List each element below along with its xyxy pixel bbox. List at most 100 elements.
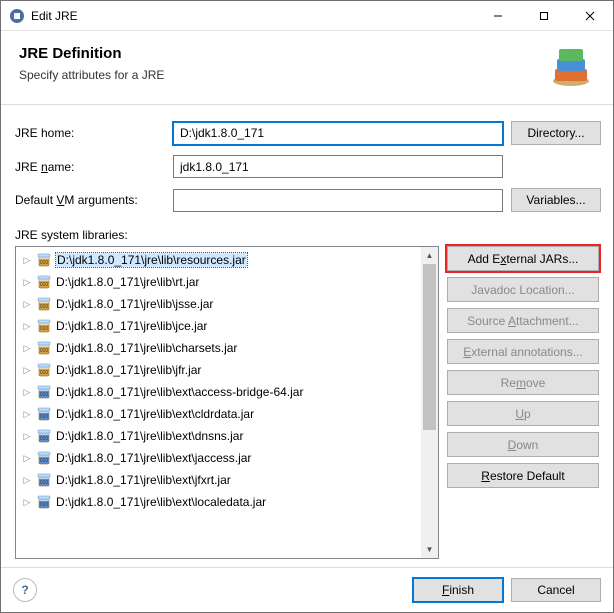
system-libraries-label: JRE system libraries: — [15, 228, 601, 242]
scroll-up-icon[interactable]: ▲ — [421, 247, 438, 264]
add-external-jars-button[interactable]: Add External JARs... — [447, 246, 599, 271]
header-title: JRE Definition — [19, 45, 595, 62]
svg-text:010: 010 — [40, 370, 49, 376]
jar-icon: 010 — [36, 274, 52, 290]
finish-button[interactable]: Finish — [413, 578, 503, 602]
jre-home-label: JRE home: — [15, 126, 165, 140]
expand-icon[interactable]: ▷ — [20, 409, 34, 420]
expand-icon[interactable]: ▷ — [20, 299, 34, 310]
tree-item[interactable]: ▷ 010 D:\jdk1.8.0_171\jre\lib\ext\jfxrt.ja… — [16, 469, 421, 491]
down-button[interactable]: Down — [447, 432, 599, 457]
svg-text:010: 010 — [40, 282, 49, 288]
tree-item[interactable]: ▷010D:\jdk1.8.0_171\jre\lib\jce.jar — [16, 315, 421, 337]
jar-icon: 010 — [36, 472, 52, 488]
scroll-down-icon[interactable]: ▼ — [421, 541, 438, 558]
vm-args-row: Default VM arguments: Variables... — [15, 188, 601, 212]
tree-item-label: D:\jdk1.8.0_171\jre\lib\jfr.jar — [56, 363, 201, 377]
tree-item-label: D:\jdk1.8.0_171\jre\lib\ext\jfxrt.jar — [56, 473, 231, 487]
libraries-tree[interactable]: ▷010D:\jdk1.8.0_171\jre\lib\resources.ja… — [15, 246, 439, 559]
svg-text:010: 010 — [40, 502, 49, 508]
up-button[interactable]: Up — [447, 401, 599, 426]
tree-item[interactable]: ▷ 010 D:\jdk1.8.0_171\jre\lib\resources.ja… — [16, 249, 421, 271]
jre-name-row: JRE name: — [15, 155, 601, 178]
maximize-button[interactable] — [521, 1, 567, 31]
expand-icon[interactable]: ▷ — [20, 365, 34, 376]
expand-icon[interactable]: ▷ — [20, 277, 34, 288]
svg-text:010: 010 — [40, 392, 49, 398]
vm-args-label: Default VM arguments: — [15, 193, 165, 207]
tree-scrollbar[interactable]: ▲ ▼ — [421, 247, 438, 558]
expand-icon[interactable]: ▷ — [20, 255, 34, 266]
expand-icon[interactable]: ▷ — [20, 321, 34, 332]
jar-icon: 010 — [36, 318, 52, 334]
jar-icon: 010 — [36, 384, 52, 400]
vm-args-input[interactable] — [173, 189, 503, 212]
expand-icon[interactable]: ▷ — [20, 343, 34, 354]
expand-icon[interactable]: ▷ — [20, 387, 34, 398]
tree-item[interactable]: ▷010 D:\jdk1.8.0_171\jre\lib\charsets.jar — [16, 337, 421, 359]
library-icon — [547, 43, 595, 91]
dialog-window: Edit JRE JRE Definition Specify attribut… — [0, 0, 614, 613]
jar-icon: 010 — [36, 428, 52, 444]
tree-item[interactable]: ▷ 010 D:\jdk1.8.0_171\jre\lib\ext\access-b… — [16, 381, 421, 403]
expand-icon[interactable]: ▷ — [20, 453, 34, 464]
libraries-area: ▷010D:\jdk1.8.0_171\jre\lib\resources.ja… — [15, 246, 601, 559]
jre-home-row: JRE home: Directory... — [15, 121, 601, 145]
tree-item[interactable]: ▷ 010 D:\jdk1.8.0_171\jre\lib\jsse.jar — [16, 293, 421, 315]
tree-item-label: D:\jdk1.8.0_171\jre\lib\charsets.jar — [56, 341, 237, 355]
jar-icon: 010 — [36, 252, 52, 268]
tree-item-label: D:\jdk1.8.0_171\jre\lib\rt.jar — [56, 275, 199, 289]
tree-item-label: D:\jdk1.8.0_171\jre\lib\ext\cldrdata.jar — [56, 407, 254, 421]
app-icon — [9, 8, 25, 24]
titlebar: Edit JRE — [1, 1, 613, 31]
svg-text:010: 010 — [40, 414, 49, 420]
svg-text:010: 010 — [40, 480, 49, 486]
library-buttons: Add External JARs... Javadoc Location...… — [447, 246, 601, 559]
tree-item-label: D:\jdk1.8.0_171\jre\lib\jsse.jar — [56, 297, 213, 311]
tree-item-label: D:\jdk1.8.0_171\jre\lib\ext\localedata.j… — [56, 495, 266, 509]
jre-name-input[interactable] — [173, 155, 503, 178]
jre-name-label: JRE name: — [15, 160, 165, 174]
tree-item-label: D:\jdk1.8.0_171\jre\lib\ext\dnsns.jar — [56, 429, 243, 443]
scroll-thumb[interactable] — [423, 264, 436, 430]
tree-item[interactable]: ▷ 010 D:\jdk1.8.0_171\jre\lib\ext\jaccess.… — [16, 447, 421, 469]
svg-text:010: 010 — [40, 326, 49, 332]
tree-item[interactable]: ▷ 010 D:\jdk1.8.0_171\jre\lib\rt.jar — [16, 271, 421, 293]
svg-text:010: 010 — [40, 436, 49, 442]
remove-button[interactable]: Remove — [447, 370, 599, 395]
source-attachment-button[interactable]: Source Attachment... — [447, 308, 599, 333]
jre-home-input[interactable] — [173, 122, 503, 145]
minimize-button[interactable] — [475, 1, 521, 31]
tree-item[interactable]: ▷ 010 D:\jdk1.8.0_171\jre\lib\ext\dnsns.ja… — [16, 425, 421, 447]
header-subtitle: Specify attributes for a JRE — [19, 68, 595, 82]
dialog-body: JRE home: Directory... JRE name: Default… — [1, 105, 613, 567]
jar-icon: 010 — [36, 362, 52, 378]
directory-button[interactable]: Directory... — [511, 121, 601, 145]
jar-icon: 010 — [36, 494, 52, 510]
external-annotations-button[interactable]: External annotations... — [447, 339, 599, 364]
svg-text:010: 010 — [40, 304, 49, 310]
expand-icon[interactable]: ▷ — [20, 475, 34, 486]
dialog-header: JRE Definition Specify attributes for a … — [1, 31, 613, 105]
tree-item[interactable]: ▷ 010 D:\jdk1.8.0_171\jre\lib\ext\localeda… — [16, 491, 421, 513]
svg-text:010: 010 — [40, 458, 49, 464]
svg-text:010: 010 — [40, 260, 49, 266]
jar-icon: 010 — [36, 450, 52, 466]
jar-icon: 010 — [36, 406, 52, 422]
variables-button[interactable]: Variables... — [511, 188, 601, 212]
dialog-footer: ? Finish Cancel — [1, 567, 613, 612]
tree-item[interactable]: ▷ 010 D:\jdk1.8.0_171\jre\lib\ext\cldrdata… — [16, 403, 421, 425]
tree-item[interactable]: ▷ 010 D:\jdk1.8.0_171\jre\lib\jfr.jar — [16, 359, 421, 381]
tree-item-label: D:\jdk1.8.0_171\jre\lib\resources.jar — [56, 253, 247, 267]
jar-icon: 010 — [36, 340, 52, 356]
tree-item-label: D:\jdk1.8.0_171\jre\lib\ext\jaccess.jar — [56, 451, 251, 465]
expand-icon[interactable]: ▷ — [20, 431, 34, 442]
restore-default-button[interactable]: Restore Default — [447, 463, 599, 488]
jar-icon: 010 — [36, 296, 52, 312]
help-icon[interactable]: ? — [13, 578, 37, 602]
javadoc-location-button[interactable]: Javadoc Location... — [447, 277, 599, 302]
expand-icon[interactable]: ▷ — [20, 497, 34, 508]
tree-item-label: D:\jdk1.8.0_171\jre\lib\ext\access-bridg… — [56, 385, 303, 399]
close-button[interactable] — [567, 1, 613, 31]
cancel-button[interactable]: Cancel — [511, 578, 601, 602]
